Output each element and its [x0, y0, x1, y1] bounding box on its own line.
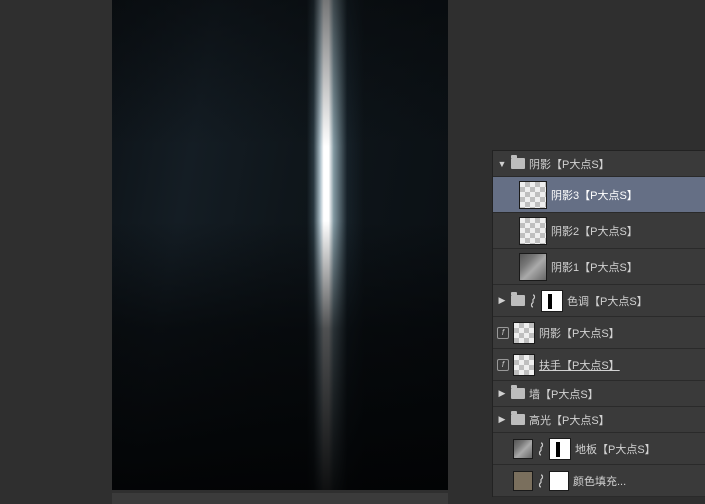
- layer-label: 高光【P大点S】: [529, 412, 610, 428]
- layer-floor[interactable]: 地板【P大点S】: [493, 433, 705, 465]
- folder-icon: [511, 414, 525, 425]
- layer-thumbnail: [513, 322, 535, 344]
- chevron-right-icon: ▶: [497, 295, 507, 306]
- chevron-down-icon: ▼: [497, 159, 507, 169]
- layer-shadow1[interactable]: 阴影1【P大点S】: [493, 249, 705, 285]
- folder-icon: [511, 295, 525, 306]
- canvas-scrollbar[interactable]: [112, 493, 448, 504]
- layer-color-fill[interactable]: 颜色填充...: [493, 465, 705, 497]
- layer-mask-thumbnail: [541, 290, 563, 312]
- folder-icon: [511, 158, 525, 169]
- layer-handrail[interactable]: f 扶手【P大点S】: [493, 349, 705, 381]
- layer-label: 阴影2【P大点S】: [551, 223, 638, 239]
- layer-group-tone[interactable]: ▶ 色调【P大点S】: [493, 285, 705, 317]
- layer-label: 阴影【P大点S】: [529, 156, 610, 172]
- layer-shadow2[interactable]: 阴影2【P大点S】: [493, 213, 705, 249]
- layer-thumbnail: [519, 181, 547, 209]
- layers-panel: ▼ 阴影【P大点S】 阴影3【P大点S】 阴影2【P大点S】 阴影1【P大点S】…: [492, 150, 705, 497]
- layer-shadow3[interactable]: 阴影3【P大点S】: [493, 177, 705, 213]
- layer-group-wall[interactable]: ▶ 墙【P大点S】: [493, 381, 705, 407]
- fx-badge: f: [497, 327, 509, 339]
- vignette-bottom: [112, 221, 448, 491]
- layer-mask-thumbnail: [549, 471, 569, 491]
- layer-thumbnail: [513, 439, 533, 459]
- layer-shadow[interactable]: f 阴影【P大点S】: [493, 317, 705, 349]
- layer-thumbnail: [519, 253, 547, 281]
- chevron-right-icon: ▶: [497, 414, 507, 425]
- fx-spacer: [497, 443, 509, 455]
- link-icon: [529, 294, 537, 308]
- layer-mask-thumbnail: [549, 438, 571, 460]
- layer-label: 墙【P大点S】: [529, 386, 599, 402]
- layer-thumbnail: [519, 217, 547, 245]
- layer-label: 扶手【P大点S】: [539, 357, 620, 373]
- link-icon: [537, 474, 545, 488]
- chevron-right-icon: ▶: [497, 388, 507, 399]
- canvas-area[interactable]: [112, 0, 448, 490]
- layer-label: 地板【P大点S】: [575, 441, 656, 457]
- layer-thumbnail: [513, 354, 535, 376]
- fx-spacer: [497, 475, 509, 487]
- layer-group-shadows[interactable]: ▼ 阴影【P大点S】: [493, 151, 705, 177]
- layer-label: 颜色填充...: [573, 473, 626, 489]
- layer-label: 色调【P大点S】: [567, 293, 648, 309]
- vignette-top: [112, 0, 448, 147]
- layer-group-highlight[interactable]: ▶ 高光【P大点S】: [493, 407, 705, 433]
- folder-icon: [511, 388, 525, 399]
- link-icon: [537, 442, 545, 456]
- layer-label: 阴影1【P大点S】: [551, 259, 638, 275]
- layer-thumbnail: [513, 471, 533, 491]
- fx-badge: f: [497, 359, 509, 371]
- layer-label: 阴影【P大点S】: [539, 325, 620, 341]
- layer-label: 阴影3【P大点S】: [551, 187, 638, 203]
